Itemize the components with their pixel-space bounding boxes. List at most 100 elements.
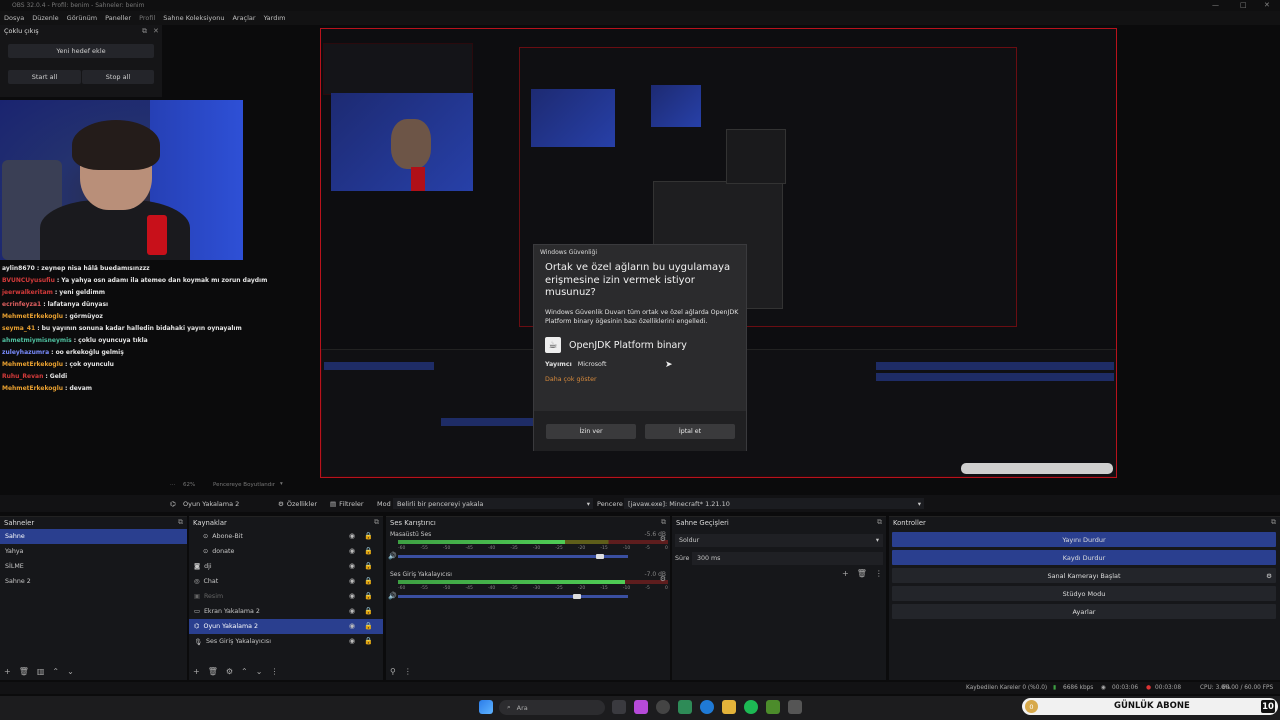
menu-profile[interactable]: Profil	[139, 14, 155, 22]
lock-icon[interactable]: 🔒	[364, 532, 373, 540]
fit-to-window[interactable]: Pencereye Boyutlandır	[213, 482, 275, 488]
visibility-eye-icon[interactable]: ◉	[349, 577, 355, 585]
remove-source-icon[interactable]: 🗑	[208, 667, 218, 676]
source-item[interactable]: ◎ Chat ◉ 🔒	[189, 574, 383, 589]
float-icon[interactable]: ⧉	[661, 518, 666, 527]
visibility-eye-icon[interactable]: ◉	[349, 607, 355, 615]
move-up-icon[interactable]: ⌃	[241, 667, 248, 676]
float-icon[interactable]: ⧉	[877, 518, 882, 527]
close-icon[interactable]: ✕	[1264, 1, 1270, 9]
lock-icon[interactable]: 🔒	[364, 592, 373, 600]
move-down-icon[interactable]: ⌄	[67, 667, 74, 676]
control-button[interactable]: Sanal Kamerayı Başlat ⚙	[892, 568, 1276, 583]
gear-icon[interactable]: ⚙	[660, 575, 666, 583]
source-item[interactable]: ⌬ Oyun Yakalama 2 ◉ 🔒	[189, 619, 383, 634]
control-button[interactable]: Yayını Durdur	[892, 532, 1276, 547]
properties-button[interactable]: ⚙ Özellikler	[278, 500, 317, 508]
close-dock-icon[interactable]: ✕	[153, 27, 159, 35]
menu-docks[interactable]: Paneller	[105, 14, 131, 22]
float-icon[interactable]: ⧉	[178, 518, 183, 527]
add-transition-icon[interactable]: +	[842, 569, 849, 578]
more-icon[interactable]: ⋮	[270, 667, 278, 676]
zoom-menu-icon[interactable]: ⋯	[170, 482, 176, 488]
filter-icon[interactable]: ▥	[37, 667, 45, 676]
link-icon[interactable]: ⚲	[390, 667, 396, 676]
app-icon[interactable]	[788, 700, 802, 714]
transition-select[interactable]: Soldur ▾	[675, 534, 883, 547]
speaker-icon[interactable]: 🔊	[388, 552, 397, 560]
cancel-button[interactable]: İptal et	[645, 424, 735, 439]
lock-icon[interactable]: 🔒	[364, 622, 373, 630]
show-more-link[interactable]: Daha çok göster	[545, 376, 597, 383]
move-up-icon[interactable]: ⌃	[52, 667, 59, 676]
duration-input[interactable]: 300 ms	[692, 552, 883, 565]
zoom-value[interactable]: 62%	[183, 482, 195, 488]
gear-icon[interactable]: ⚙	[1261, 572, 1277, 580]
volume-knob[interactable]	[573, 594, 581, 599]
folder-icon[interactable]	[722, 700, 736, 714]
remove-transition-icon[interactable]: 🗑	[857, 569, 867, 578]
lock-icon[interactable]: 🔒	[364, 547, 373, 555]
lock-icon[interactable]: 🔒	[364, 637, 373, 645]
menu-view[interactable]: Görünüm	[67, 14, 97, 22]
visibility-eye-icon[interactable]: ◉	[349, 532, 355, 540]
allow-button[interactable]: İzin ver	[546, 424, 636, 439]
visibility-eye-icon[interactable]: ◉	[349, 547, 355, 555]
edge-icon[interactable]	[700, 700, 714, 714]
control-button[interactable]: Ayarlar	[892, 604, 1276, 619]
minecraft-icon[interactable]	[766, 700, 780, 714]
lock-icon[interactable]: 🔒	[364, 577, 373, 585]
source-item[interactable]: ▭ Ekran Yakalama 2 ◉ 🔒	[189, 604, 383, 619]
gear-icon[interactable]: ⚙	[660, 535, 666, 543]
menu-tools[interactable]: Araçlar	[232, 14, 255, 22]
new-target-button[interactable]: Yeni hedef ekle	[8, 44, 154, 58]
volume-slider[interactable]	[398, 555, 628, 558]
source-item[interactable]: ⊙ donate ◉ 🔒	[189, 544, 383, 559]
more-icon[interactable]: ⋮	[875, 569, 883, 578]
scene-item[interactable]: Sahne	[0, 529, 187, 544]
source-item[interactable]: ⊙ Abone-Bit ◉ 🔒	[189, 529, 383, 544]
windows-start-icon[interactable]	[479, 700, 493, 714]
float-icon[interactable]: ⧉	[1271, 518, 1276, 527]
menu-file[interactable]: Dosya	[4, 14, 24, 22]
obs-icon[interactable]	[656, 700, 670, 714]
chevron-down-icon[interactable]: ▾	[280, 481, 283, 487]
scene-item[interactable]: SİLME	[0, 559, 187, 574]
filters-button[interactable]: ▤ Filtreler	[330, 500, 364, 508]
scene-item[interactable]: Sahne 2	[0, 574, 187, 589]
app-icon[interactable]	[634, 700, 648, 714]
add-source-icon[interactable]: +	[193, 667, 200, 676]
visibility-eye-icon[interactable]: ◉	[349, 592, 355, 600]
remove-scene-icon[interactable]: 🗑	[19, 667, 29, 676]
app-icon[interactable]	[678, 700, 692, 714]
more-icon[interactable]: ⋮	[404, 667, 412, 676]
scene-item[interactable]: Yahya	[0, 544, 187, 559]
taskbar-search[interactable]: ⌕ Ara	[499, 700, 605, 715]
float-icon[interactable]: ⧉	[142, 27, 147, 36]
source-item[interactable]: 🎙 Ses Giriş Yakalayıcısı ◉ 🔒	[189, 634, 383, 649]
lock-icon[interactable]: 🔒	[364, 562, 373, 570]
control-button[interactable]: Kaydı Durdur	[892, 550, 1276, 565]
control-button[interactable]: Stüdyo Modu	[892, 586, 1276, 601]
menu-edit[interactable]: Düzenle	[32, 14, 58, 22]
volume-slider[interactable]	[398, 595, 628, 598]
stop-all-button[interactable]: Stop all	[82, 70, 154, 84]
gear-icon[interactable]: ⚙	[226, 667, 233, 676]
task-view-icon[interactable]	[612, 700, 626, 714]
visibility-eye-icon[interactable]: ◉	[349, 562, 355, 570]
menu-help[interactable]: Yardım	[264, 14, 286, 22]
mode-select[interactable]: Belirli bir pencereyi yakala ▾	[393, 498, 593, 509]
spotify-icon[interactable]	[744, 700, 758, 714]
visibility-eye-icon[interactable]: ◉	[349, 637, 355, 645]
visibility-eye-icon[interactable]: ◉	[349, 622, 355, 630]
source-item[interactable]: ▣ Resim ◉ 🔒	[189, 589, 383, 604]
lock-icon[interactable]: 🔒	[364, 607, 373, 615]
start-all-button[interactable]: Start all	[8, 70, 81, 84]
speaker-icon[interactable]: 🔊	[388, 592, 397, 600]
source-item[interactable]: ◙ dji ◉ 🔒	[189, 559, 383, 574]
add-scene-icon[interactable]: +	[4, 667, 11, 676]
volume-knob[interactable]	[596, 554, 604, 559]
window-select[interactable]: [javaw.exe]: Minecraft* 1.21.10 ▾	[624, 498, 924, 509]
minimize-icon[interactable]: —	[1212, 1, 1219, 9]
move-down-icon[interactable]: ⌄	[256, 667, 263, 676]
